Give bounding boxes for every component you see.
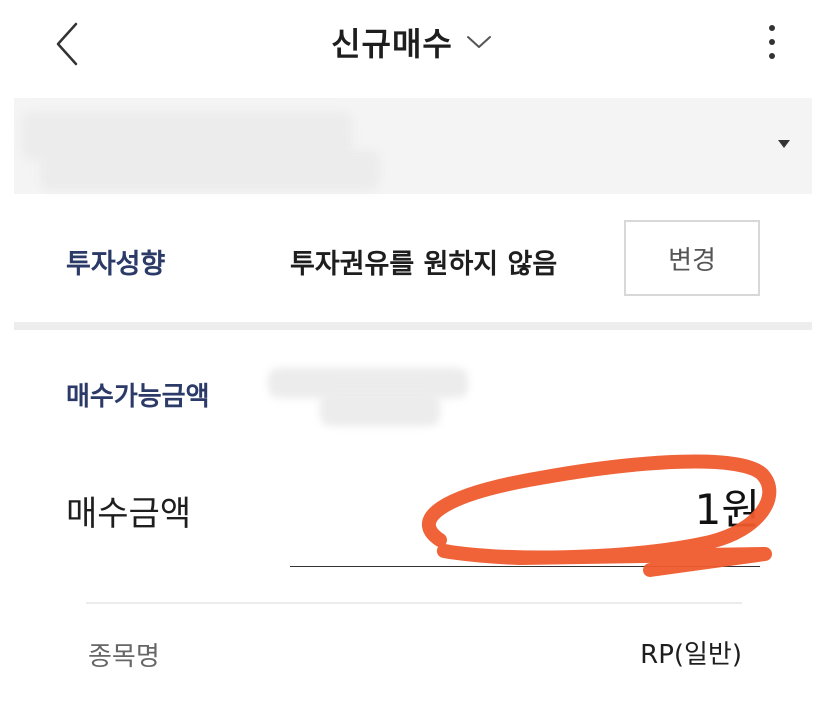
more-vertical-icon <box>769 25 775 31</box>
chevron-down-icon <box>466 36 491 48</box>
item-name-value: RP(일반) <box>640 640 742 670</box>
purchase-amount-input[interactable]: 1원 <box>600 476 760 537</box>
more-menu-button[interactable] <box>752 18 792 66</box>
title-dropdown[interactable]: 신규매수 <box>0 18 824 66</box>
item-name-label: 종목명 <box>88 642 160 672</box>
caret-down-icon[interactable] <box>778 140 790 148</box>
purchase-amount-label: 매수금액 <box>66 494 192 534</box>
change-button[interactable]: 변경 <box>624 220 760 296</box>
investment-tendency-label: 투자성향 <box>66 249 166 280</box>
row-divider <box>86 602 742 604</box>
page-title: 신규매수 <box>331 25 453 63</box>
investment-tendency-value: 투자권유를 원하지 않음 <box>290 249 558 280</box>
section-divider <box>14 322 812 330</box>
available-amount-label: 매수가능금액 <box>66 382 210 412</box>
amount-input-underline <box>290 566 760 567</box>
redacted-account-number <box>40 150 380 190</box>
